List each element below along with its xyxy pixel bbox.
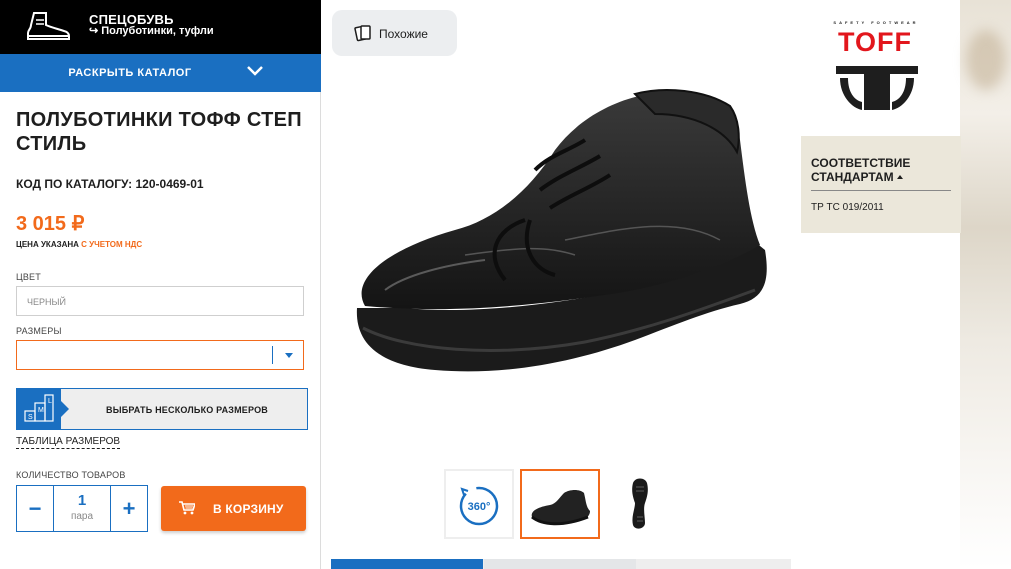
similar-products-button[interactable]: Похожие xyxy=(332,10,457,56)
cart-icon xyxy=(179,501,195,515)
quantity-value: 1 xyxy=(77,492,87,509)
add-to-cart-label: В КОРЗИНУ xyxy=(213,502,284,516)
quantity-stepper: − 1 пара + xyxy=(16,485,148,532)
similar-cards-icon xyxy=(354,25,371,42)
shoe-side-thumbnail xyxy=(531,490,590,526)
brand-logo: SAFETY FOOTWEAR TOFF xyxy=(800,10,950,120)
category-subtitle: Полуботинки, туфли xyxy=(101,24,214,37)
standards-toggle[interactable]: СООТВЕТСТВИЕ СТАНДАРТАМ xyxy=(811,156,951,184)
standards-panel: СООТВЕТСТВИЕ СТАНДАРТАМ ТР ТС 019/2011 xyxy=(801,136,961,233)
product-tabs xyxy=(331,559,791,569)
standards-heading: СООТВЕТСТВИЕ СТАНДАРТАМ xyxy=(811,156,911,184)
category-subtitle-link[interactable]: ↪ Полуботинки, туфли xyxy=(89,24,214,38)
standards-divider xyxy=(811,190,951,191)
product-info-panel: СПЕЦОБУВЬ ↪ Полуботинки, туфли РАСКРЫТЬ … xyxy=(0,0,321,569)
thumbnail-shoe-side[interactable] xyxy=(520,469,600,539)
size-select[interactable] xyxy=(16,340,304,370)
quantity-minus-button[interactable]: − xyxy=(17,486,53,531)
brand-mark-icon xyxy=(836,66,918,110)
thumbnail-shoe-sole[interactable] xyxy=(605,469,675,539)
quantity-unit: пара xyxy=(70,511,94,522)
color-field[interactable]: ЧЕРНЫЙ xyxy=(16,286,304,316)
size-letter-l: L xyxy=(48,398,52,405)
thumbnail-360[interactable]: 360° xyxy=(444,469,514,539)
product-title: ПОЛУБОТИНКИ ТОФФ СТЕП СТИЛЬ xyxy=(16,109,302,155)
tab-active[interactable] xyxy=(331,559,483,569)
size-select-divider xyxy=(272,346,273,364)
sizes-label: РАЗМЕРЫ xyxy=(16,326,62,336)
quantity-plus-button[interactable]: + xyxy=(111,486,147,531)
360-label: 360° xyxy=(468,501,491,513)
product-code: КОД ПО КАТАЛОГУ: 120-0469-01 xyxy=(16,177,204,191)
similar-products-label: Похожие xyxy=(379,27,428,41)
select-multiple-sizes-label: ВЫБРАТЬ НЕСКОЛЬКО РАЗМЕРОВ xyxy=(106,405,268,415)
select-multiple-sizes-button[interactable]: L M S ВЫБРАТЬ НЕСКОЛЬКО РАЗМЕРОВ xyxy=(16,388,308,430)
add-to-cart-button[interactable]: В КОРЗИНУ xyxy=(161,486,306,531)
collapse-arrow-icon xyxy=(896,175,903,179)
category-header[interactable]: СПЕЦОБУВЬ ↪ Полуботинки, туфли xyxy=(0,0,321,54)
size-table-link[interactable]: ТАБЛИЦА РАЗМЕРОВ xyxy=(16,436,121,449)
product-page: СПЕЦОБУВЬ ↪ Полуботинки, туфли РАСКРЫТЬ … xyxy=(0,0,1011,569)
open-catalog-button[interactable]: РАСКРЫТЬ КАТАЛОГ xyxy=(0,54,321,92)
color-label: ЦВЕТ xyxy=(16,272,41,282)
size-grid-icon: L M S xyxy=(17,389,69,429)
brand-tagline: SAFETY FOOTWEAR xyxy=(833,20,919,25)
size-letter-s: S xyxy=(28,414,33,421)
background-photo xyxy=(960,0,1011,569)
return-arrow-icon: ↪ xyxy=(89,25,99,37)
quantity-field[interactable]: 1 пара xyxy=(53,486,111,531)
open-catalog-label: РАСКРЫТЬ КАТАЛОГ xyxy=(68,67,192,79)
size-grid-graphic: L M S xyxy=(24,394,54,422)
dropdown-caret-icon xyxy=(285,353,293,358)
tab-second[interactable] xyxy=(484,559,636,569)
price-note: ЦЕНА УКАЗАНА С УЧЕТОМ НДС xyxy=(16,240,142,249)
price-note-text: ЦЕНА УКАЗАНА xyxy=(16,240,82,249)
standards-value: ТР ТС 019/2011 xyxy=(811,202,884,213)
chevron-down-icon xyxy=(247,66,263,76)
shoe-sole-thumbnail xyxy=(632,478,648,529)
size-letter-m: M xyxy=(38,407,44,414)
brand-name: TOFF xyxy=(838,27,912,57)
quantity-label: КОЛИЧЕСТВО ТОВАРОВ xyxy=(16,470,126,480)
product-price: 3 015 ₽ xyxy=(16,213,85,235)
price-note-vat: С УЧЕТОМ НДС xyxy=(81,240,143,249)
360-view-icon: 360° xyxy=(459,486,499,526)
tab-third[interactable] xyxy=(637,559,791,569)
boot-icon xyxy=(27,12,70,40)
product-main-image[interactable] xyxy=(345,80,775,400)
